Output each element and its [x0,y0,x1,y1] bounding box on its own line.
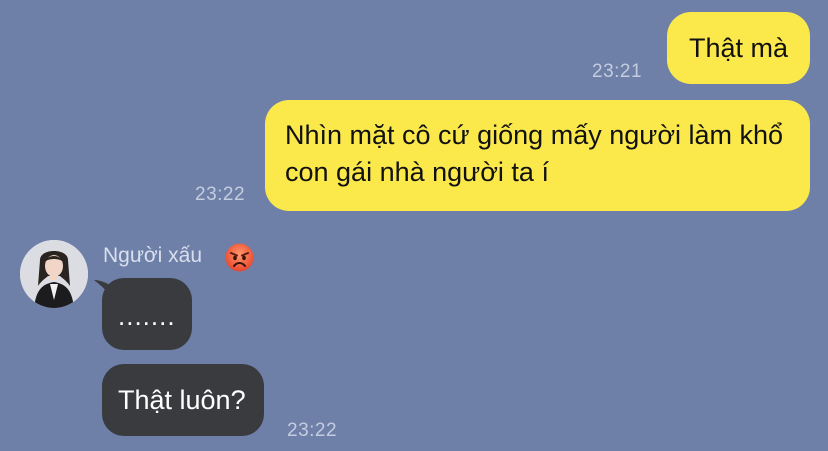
message-text: Nhìn mặt cô cứ giống mấy người làm khổ c… [285,120,784,187]
message-timestamp: 23:22 [195,184,246,205]
outgoing-message-bubble[interactable]: Nhìn mặt cô cứ giống mấy người làm khổ c… [265,100,810,211]
outgoing-message-bubble[interactable]: Thật mà [666,12,810,84]
avatar[interactable] [20,240,88,308]
message-text: Thật luôn? [118,385,246,415]
angry-face-icon [225,243,254,272]
message-timestamp: 23:21 [592,61,643,82]
message-text: ....... [118,301,176,331]
incoming-message-bubble[interactable]: Thật luôn? [102,364,264,436]
sender-name: Người xấu [103,244,203,267]
message-timestamp: 23:22 [287,420,338,441]
message-text: Thật mà [688,33,788,63]
profile-photo-icon [20,240,88,308]
incoming-message-bubble[interactable]: ....... [102,278,192,350]
